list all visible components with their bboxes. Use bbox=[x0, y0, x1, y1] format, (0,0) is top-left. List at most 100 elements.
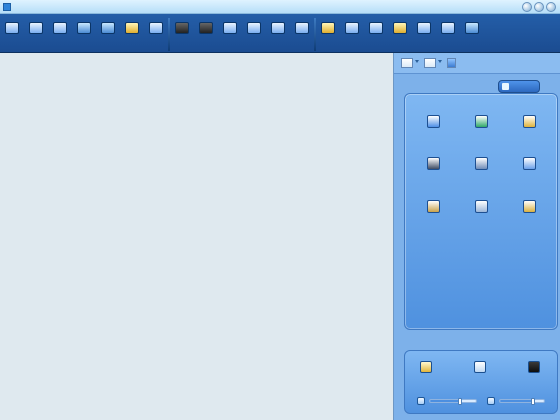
toolbar-label-2 bbox=[25, 43, 47, 48]
pen-icon bbox=[295, 22, 309, 34]
toolbar-label-3 bbox=[49, 43, 71, 48]
record-icon bbox=[101, 22, 115, 34]
toolbar-button-4[interactable] bbox=[72, 14, 96, 53]
app-icon bbox=[427, 200, 440, 213]
title-bar bbox=[0, 0, 560, 14]
toolbar-button-19[interactable] bbox=[436, 14, 460, 53]
launcher-panel bbox=[404, 93, 558, 330]
main-workspace bbox=[0, 53, 393, 420]
settings-icon bbox=[125, 22, 139, 34]
close-panel-button[interactable] bbox=[447, 58, 456, 68]
app-icon bbox=[3, 2, 11, 11]
toolbar-label-7 bbox=[145, 43, 167, 48]
whiteboard-icon bbox=[247, 22, 261, 34]
toolbar-label-5 bbox=[97, 43, 119, 48]
app-icon bbox=[475, 200, 488, 213]
mic-icon bbox=[77, 22, 91, 34]
toolbar-label-1 bbox=[1, 43, 23, 48]
view-button[interactable] bbox=[424, 58, 436, 68]
window-controls bbox=[522, 2, 556, 12]
toolbar-button-9[interactable] bbox=[194, 14, 218, 53]
toolbar-button-16[interactable] bbox=[364, 14, 388, 53]
sync-icon bbox=[417, 22, 431, 34]
toolbar-button-12[interactable] bbox=[266, 14, 290, 53]
app-icon bbox=[523, 115, 536, 128]
toolbar-label-8 bbox=[171, 43, 193, 48]
toolbar-label-18 bbox=[413, 43, 435, 48]
play-icon bbox=[528, 361, 540, 373]
toolbar-button-10[interactable] bbox=[218, 14, 242, 53]
microphone-volume-fill bbox=[500, 400, 533, 402]
toolbar-label-6 bbox=[121, 43, 143, 48]
toolbar-button-8[interactable] bbox=[170, 14, 194, 53]
toolbar-button-3[interactable] bbox=[48, 14, 72, 53]
launcher-5[interactable] bbox=[463, 153, 501, 187]
toolbar-label-4 bbox=[73, 43, 95, 48]
toolbar-group-3 bbox=[316, 14, 484, 53]
app-icon bbox=[523, 157, 536, 170]
toolbar-label-16 bbox=[365, 43, 387, 48]
microphone-icon bbox=[487, 397, 495, 405]
toolbar-button-13[interactable] bbox=[290, 14, 314, 53]
toolbar-button-5[interactable] bbox=[96, 14, 120, 53]
toolbar-button-14[interactable] bbox=[316, 14, 340, 53]
film-icon bbox=[175, 22, 189, 34]
toolbar-button-2[interactable] bbox=[24, 14, 48, 53]
layout-button[interactable] bbox=[401, 58, 413, 68]
toolbar-button-18[interactable] bbox=[412, 14, 436, 53]
toolbar-button-6[interactable] bbox=[120, 14, 144, 53]
main-toolbar bbox=[0, 14, 560, 53]
app-icon bbox=[427, 115, 440, 128]
toolbar-button-20[interactable] bbox=[460, 14, 484, 53]
speaker-volume-knob[interactable] bbox=[458, 398, 462, 405]
launcher-8[interactable] bbox=[463, 196, 501, 230]
launcher-7[interactable] bbox=[415, 196, 453, 230]
speaker-icon bbox=[53, 22, 67, 34]
lock-icon bbox=[441, 22, 455, 34]
app-icon bbox=[427, 157, 440, 170]
toolbar-group-2 bbox=[170, 14, 314, 53]
toolbar-button-7[interactable] bbox=[144, 14, 168, 53]
toolbar-label-14 bbox=[317, 43, 339, 48]
toolbar-label-12 bbox=[267, 43, 289, 48]
save-icon bbox=[393, 22, 407, 34]
panel-tab[interactable] bbox=[498, 80, 540, 93]
launcher-1[interactable] bbox=[415, 111, 453, 145]
toolbar-button-1[interactable] bbox=[0, 14, 24, 53]
panel-toolbar bbox=[394, 53, 560, 74]
toolbar-button-17[interactable] bbox=[388, 14, 412, 53]
toolbar-button-15[interactable] bbox=[340, 14, 364, 53]
speaker-volume-slider[interactable] bbox=[429, 398, 477, 405]
toolbar-label-17 bbox=[389, 43, 411, 48]
toolbar-label-20 bbox=[461, 43, 483, 48]
close-button[interactable] bbox=[546, 2, 556, 12]
toolbar-button-11[interactable] bbox=[242, 14, 266, 53]
check-icon bbox=[502, 83, 509, 90]
bottom-action-3[interactable] bbox=[517, 361, 551, 386]
bottom-action-1[interactable] bbox=[409, 361, 443, 386]
launcher-6[interactable] bbox=[511, 153, 549, 187]
chevron-down-icon bbox=[415, 60, 419, 63]
bottom-action-2[interactable] bbox=[463, 361, 497, 386]
launcher-3[interactable] bbox=[511, 111, 549, 145]
toolbar-label-15 bbox=[341, 43, 363, 48]
toolbar-label-13 bbox=[291, 43, 313, 48]
launcher-9[interactable] bbox=[511, 196, 549, 230]
network-icon bbox=[345, 22, 359, 34]
app-icon bbox=[475, 157, 488, 170]
folder-icon bbox=[271, 22, 285, 34]
microphone-volume-slider[interactable] bbox=[499, 398, 545, 405]
speaker-icon bbox=[417, 397, 425, 405]
audio-panel bbox=[404, 350, 558, 414]
chevron-down-icon bbox=[438, 60, 442, 63]
upload-icon bbox=[149, 22, 163, 34]
maximize-button[interactable] bbox=[534, 2, 544, 12]
help-icon bbox=[465, 22, 479, 34]
launcher-2[interactable] bbox=[463, 111, 501, 145]
microphone-volume-knob[interactable] bbox=[531, 398, 535, 405]
launcher-4[interactable] bbox=[415, 153, 453, 187]
toolbar-label-9 bbox=[195, 43, 217, 48]
toolbar-label-10 bbox=[219, 43, 241, 48]
minimize-button[interactable] bbox=[522, 2, 532, 12]
broadcast-icon bbox=[420, 361, 432, 373]
